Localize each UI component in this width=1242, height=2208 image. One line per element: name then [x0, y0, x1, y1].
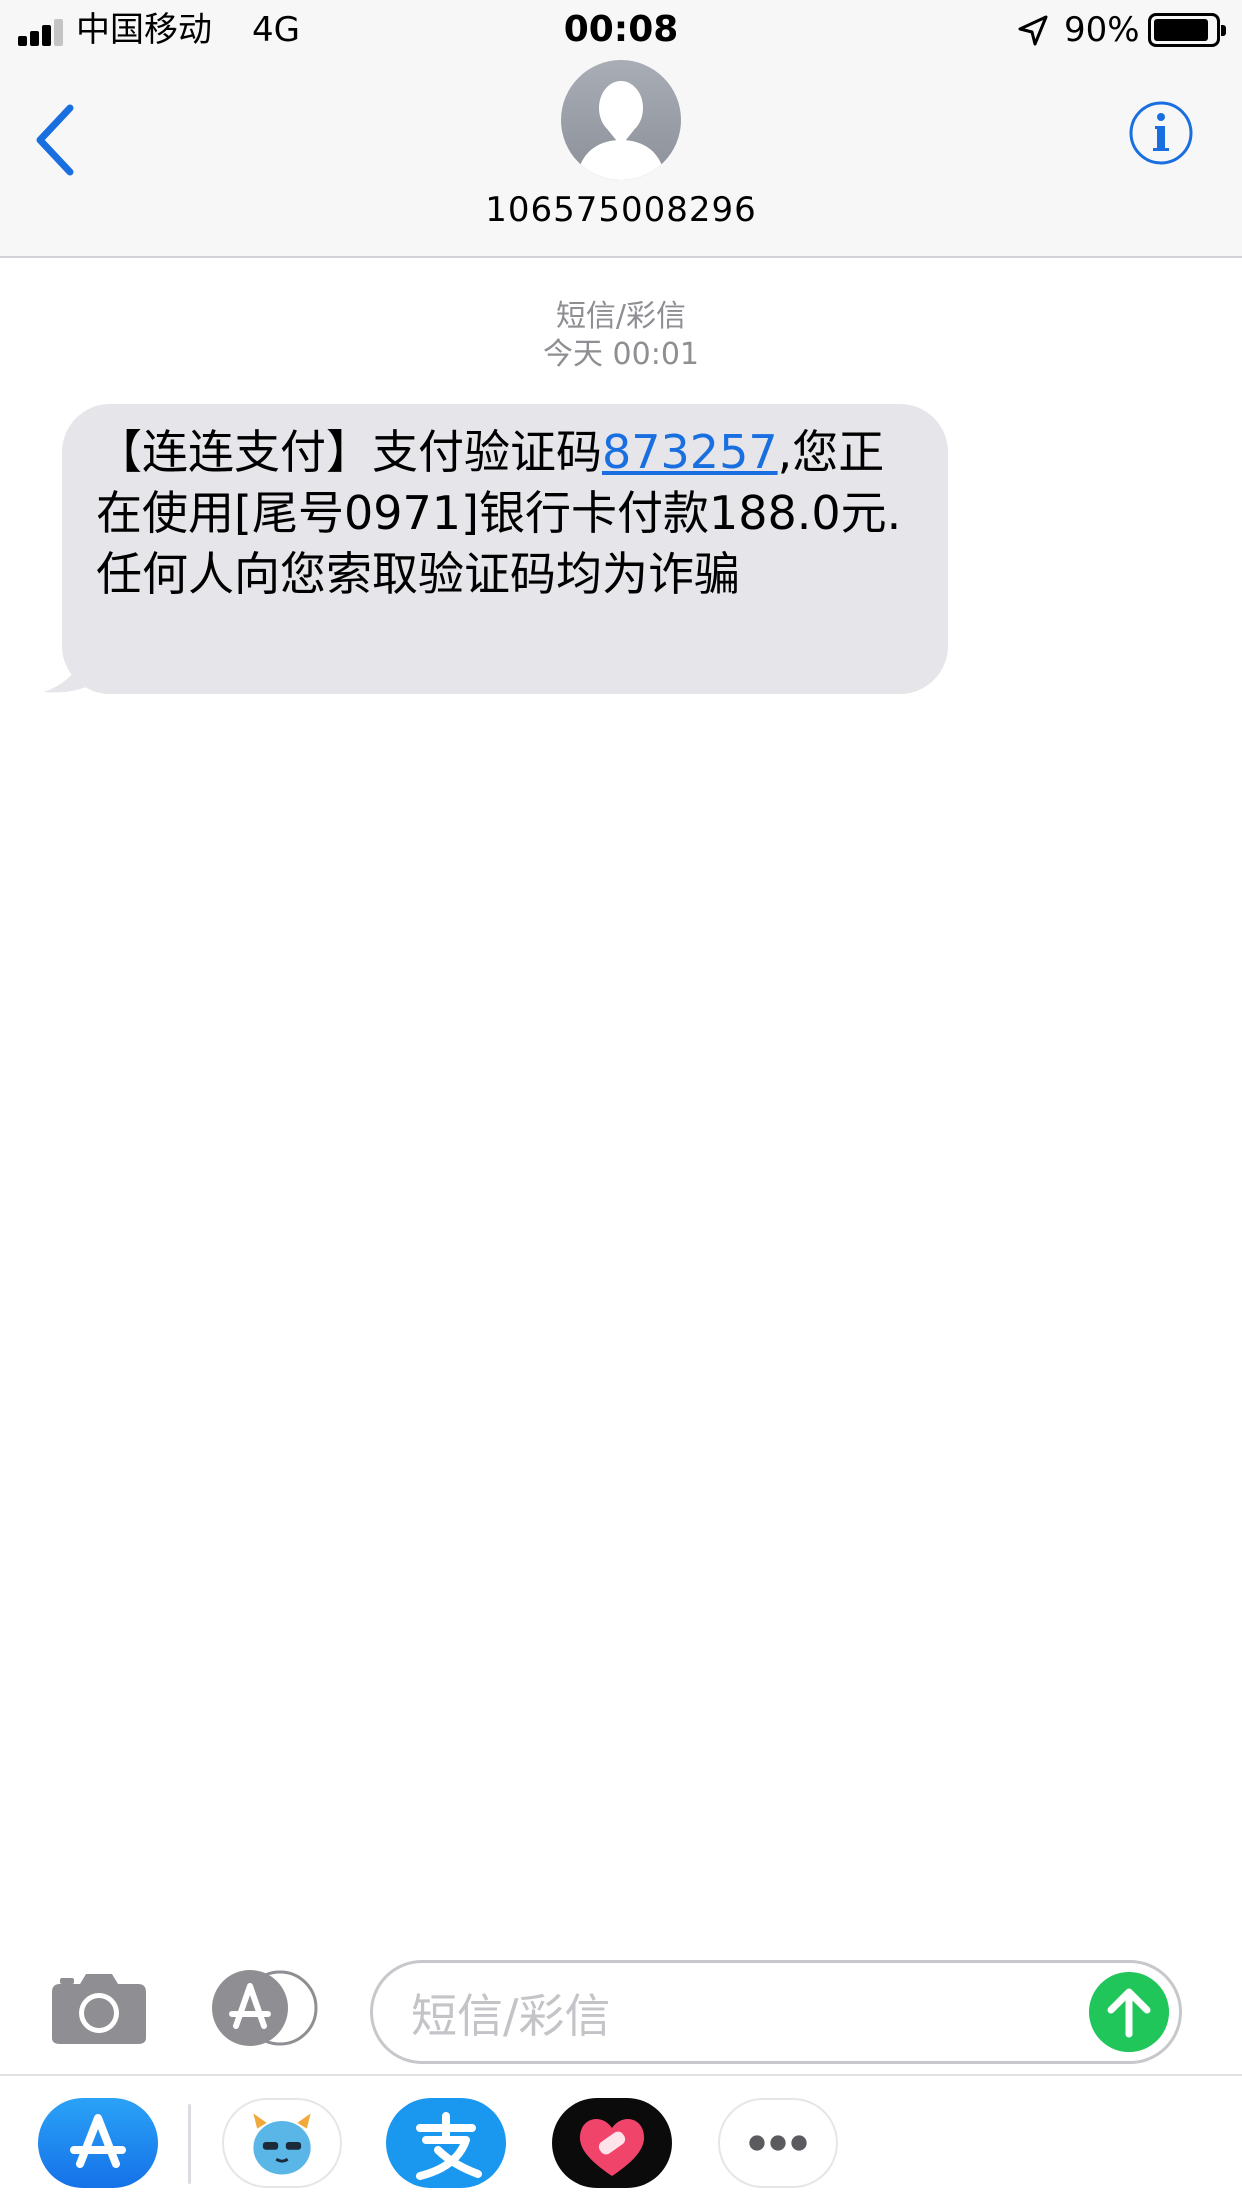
heart-bandage-icon[interactable]: [552, 2098, 672, 2188]
battery-percent: 90%: [1064, 10, 1140, 50]
message-text[interactable]: 【连连支付】支付验证码873257,您正在使用[尾号0971]银行卡付款188.…: [96, 422, 922, 605]
status-bar: 中国移动 4G 00:08 90%: [0, 0, 1242, 60]
info-icon[interactable]: [1128, 100, 1194, 166]
message-timestamp: 今天 00:01: [543, 337, 699, 372]
app-store-icon[interactable]: [210, 1968, 318, 2048]
app-store-icon[interactable]: [38, 2098, 158, 2188]
verification-code-link[interactable]: 873257: [602, 425, 778, 479]
back-chevron-icon[interactable]: [28, 100, 88, 180]
message-input-placeholder: 短信/彩信: [411, 1989, 611, 2043]
compose-bar: 短信/彩信: [0, 1940, 1242, 2076]
conversation-header: 106575008296: [0, 60, 1242, 258]
message-input[interactable]: 短信/彩信: [370, 1960, 1182, 2064]
status-time: 00:08: [563, 9, 679, 50]
battery-icon: [1148, 13, 1226, 47]
more-dots-icon[interactable]: [718, 2098, 838, 2188]
contact-name[interactable]: 106575008296: [0, 188, 1242, 232]
app-drawer: [0, 2074, 1242, 2208]
location-arrow-icon: [1018, 15, 1048, 46]
monster-sticker-icon[interactable]: [222, 2098, 342, 2188]
drawer-divider: [188, 2104, 191, 2184]
camera-icon[interactable]: [50, 1968, 148, 2046]
message-prefix: 【连连支付】支付验证码: [96, 425, 602, 479]
contact-avatar-icon[interactable]: [561, 60, 681, 180]
send-arrow-icon[interactable]: [1089, 1972, 1169, 2052]
alipay-icon[interactable]: [386, 2098, 506, 2188]
message-type-label: 短信/彩信: [555, 299, 687, 334]
